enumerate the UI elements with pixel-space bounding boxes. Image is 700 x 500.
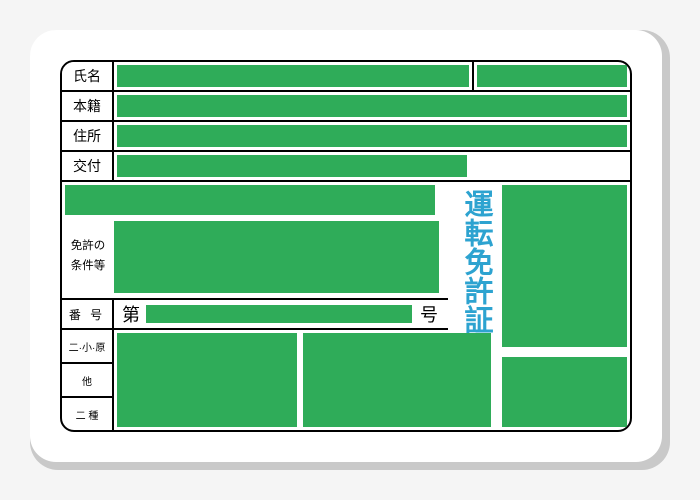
label-conditions-l2: 条件等 <box>71 257 106 277</box>
field-name <box>117 65 469 87</box>
photo-area <box>502 185 627 347</box>
name-divider <box>472 62 474 90</box>
photo-lower-area <box>502 357 627 427</box>
field-issued <box>117 155 467 177</box>
field-conditions <box>114 221 439 293</box>
label-class-b: 他 <box>62 364 112 398</box>
class-area: 二·小·原 他 二 種 <box>62 330 494 430</box>
row-address: 住所 <box>62 122 630 152</box>
license-frame: 氏名 本籍 住所 交付 <box>60 60 632 432</box>
field-birthdate <box>477 65 627 87</box>
class-labels: 二·小·原 他 二 種 <box>62 330 114 430</box>
label-domicile: 本籍 <box>62 92 114 120</box>
label-class-a: 二·小·原 <box>62 330 112 364</box>
card-shadow: 氏名 本籍 住所 交付 <box>30 30 670 470</box>
field-number <box>146 305 412 323</box>
label-conditions: 免許の 条件等 <box>62 218 114 296</box>
row-name: 氏名 <box>62 62 630 92</box>
label-conditions-l1: 免許の <box>71 237 106 257</box>
number-prefix: 第 <box>114 301 146 327</box>
class-fields <box>114 330 494 430</box>
license-card: 氏名 本籍 住所 交付 <box>30 30 662 462</box>
field-class-right <box>303 333 491 427</box>
field-address <box>117 125 627 147</box>
conditions-box: 免許の 条件等 <box>62 218 442 296</box>
label-name: 氏名 <box>62 62 114 90</box>
number-suffix: 号 <box>412 301 448 327</box>
label-address: 住所 <box>62 122 114 150</box>
row-domicile: 本籍 <box>62 92 630 122</box>
field-class-left <box>117 333 297 427</box>
row-number: 番 号 第 号 <box>62 298 448 330</box>
expiry-band <box>65 185 435 215</box>
label-class-c: 二 種 <box>62 398 112 430</box>
row-issued: 交付 <box>62 152 630 182</box>
document-title: 運転免許証 <box>452 189 492 334</box>
label-number: 番 号 <box>62 300 114 328</box>
label-issued: 交付 <box>62 152 114 180</box>
lower-area: 免許の 条件等 番 号 第 号 運転免許証 二·小·原 他 二 <box>62 182 630 430</box>
field-domicile <box>117 95 627 117</box>
